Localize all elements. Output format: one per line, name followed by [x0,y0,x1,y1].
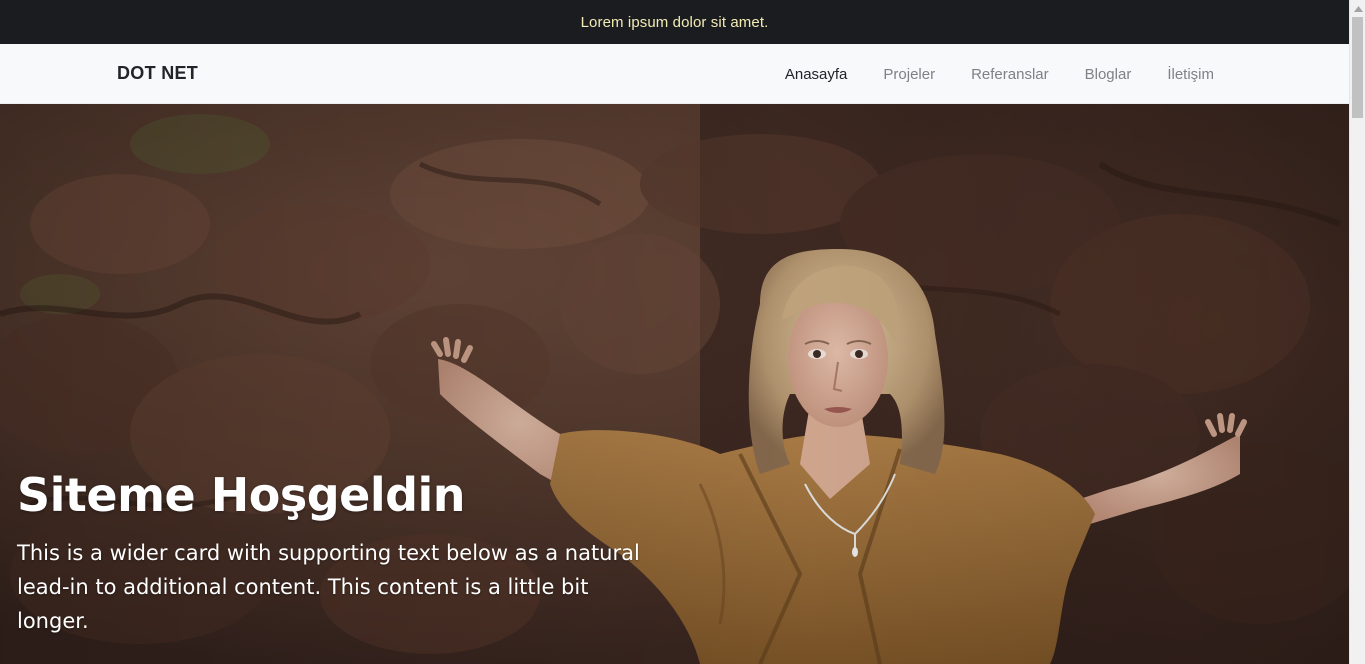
announcement-bar: Lorem ipsum dolor sit amet. [0,0,1349,44]
scrollbar-thumb[interactable] [1352,17,1363,118]
page: Lorem ipsum dolor sit amet. DOT NET Anas… [0,0,1365,664]
brand-link[interactable]: DOT NET [117,63,198,84]
vertical-scrollbar[interactable] [1349,0,1365,664]
nav-link-projeler[interactable]: Projeler [865,66,953,83]
nav-link-bloglar[interactable]: Bloglar [1067,66,1150,83]
nav-link-iletisim[interactable]: İletişim [1149,66,1214,83]
navbar: DOT NET Anasayfa Projeler Referanslar Bl… [0,44,1349,104]
nav-link-anasayfa[interactable]: Anasayfa [767,66,866,83]
nav-link-referanslar[interactable]: Referanslar [953,66,1067,83]
viewport: Lorem ipsum dolor sit amet. DOT NET Anas… [0,0,1349,664]
hero-text: This is a wider card with supporting tex… [17,541,640,633]
scroll-up-arrow-icon[interactable] [1350,0,1365,17]
announcement-text: Lorem ipsum dolor sit amet. [580,13,769,31]
hero-section: Siteme Hoşgeldin This is a wider card wi… [0,104,1349,664]
nav-links: Anasayfa Projeler Referanslar Bloglar İl… [767,44,1214,104]
hero-title: Siteme Hoşgeldin [17,468,466,522]
